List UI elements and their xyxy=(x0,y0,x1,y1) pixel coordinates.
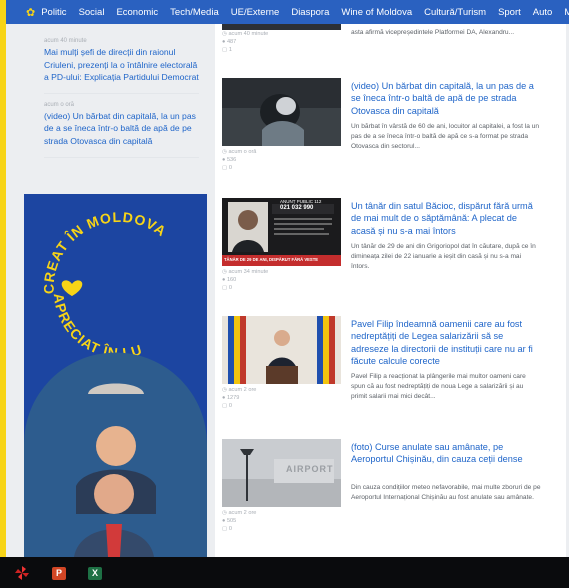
thumbnail-pavel-filip xyxy=(222,316,341,384)
list-item[interactable]: acum 40 minute Mai mulți șefi de direcți… xyxy=(44,38,199,94)
article-comments: 0 xyxy=(228,165,232,171)
news-time: acum 40 minute xyxy=(44,38,87,44)
article-views: 505 xyxy=(226,518,237,524)
thumbnail-hotline-label: ANUNȚ PUBLIC 112 xyxy=(280,199,322,204)
article-meta: ◷ acum 2 ore ● 1279 ▢ 0 xyxy=(222,386,256,410)
thumbnail-sign-text: AIRPORT xyxy=(286,464,334,474)
thumbnail-banner-text: TÂNĂR DE 29 DE ANI, DISPĂRUT FĂRĂ VESTE xyxy=(224,257,319,262)
article-card[interactable]: ANUNȚ PUBLIC 112 021 032 990 TÂNĂR DE 29… xyxy=(215,198,566,298)
nav-economic[interactable]: Economic xyxy=(110,7,164,18)
article-card[interactable]: ◷ acum 40 minute ● 487 ▢ 1 asta afirmă v… xyxy=(215,24,566,56)
article-title-link[interactable]: Un tânăr din satul Băcioc, dispărut fără… xyxy=(351,200,539,237)
nav-mond[interactable]: Mond xyxy=(558,7,569,18)
article-time: acum 34 minute xyxy=(228,269,269,275)
nav-tech-media[interactable]: Tech/Media xyxy=(164,7,225,18)
list-item[interactable]: acum o oră (video) Un bărbat din capital… xyxy=(44,102,199,158)
article-card[interactable]: ◷ acum 2 ore ● 1279 ▢ 0 Pavel Filip înde… xyxy=(215,316,566,426)
article-excerpt: Un tânăr de 29 de ani din Grigoriopol da… xyxy=(351,243,536,271)
article-card[interactable]: ◷ acum o oră ● 536 ▢ 0 (video) Un bărbat… xyxy=(215,78,566,178)
article-thumbnail[interactable]: AIRPORT xyxy=(222,439,341,507)
article-views: 536 xyxy=(226,157,237,163)
top-nav: ✿ Politic Social Economic Tech/Media UE/… xyxy=(6,0,569,24)
article-list: ◷ acum 40 minute ● 487 ▢ 1 asta afirmă v… xyxy=(215,24,566,557)
article-views: 1279 xyxy=(226,395,240,401)
article-excerpt: Un bărbat în vârstă de 60 de ani, locuit… xyxy=(351,123,540,151)
article-meta: ◷ acum 34 minute ● 160 ▢ 0 xyxy=(222,268,268,292)
left-news-list: acum 40 minute Mai mulți șefi de direcți… xyxy=(24,24,207,158)
article-excerpt: Pavel Filip a reacționat la plângerile m… xyxy=(351,373,526,401)
article-thumbnail[interactable] xyxy=(222,316,341,384)
article-time: acum 40 minute xyxy=(228,31,269,37)
ad-text-top: CREAT ÎN MOLDOVA xyxy=(41,209,170,294)
article-comments: 0 xyxy=(228,526,232,532)
nav-politic[interactable]: Politic xyxy=(35,7,72,18)
article-title-link[interactable]: Pavel Filip îndeamnă oamenii care au fos… xyxy=(351,318,539,368)
comment-icon: ▢ xyxy=(222,403,229,409)
nav-ue-externe[interactable]: UE/Externe xyxy=(225,7,286,18)
comment-icon: ▢ xyxy=(222,285,229,291)
comment-icon: ▢ xyxy=(222,526,229,532)
nav-cultura-turism[interactable]: Cultură/Turism xyxy=(418,7,492,18)
comment-icon: ▢ xyxy=(222,47,229,53)
article-title-link[interactable]: (foto) Curse anulate sau amânate, pe Aer… xyxy=(351,441,539,466)
article-title-link[interactable]: (video) Un bărbat din capitală, la un pa… xyxy=(351,80,539,117)
person-face-1 xyxy=(96,426,136,466)
nav-diaspora[interactable]: Diaspora xyxy=(285,7,335,18)
article-thumbnail[interactable] xyxy=(222,78,341,146)
nav-social[interactable]: Social xyxy=(73,7,111,18)
article-views: 487 xyxy=(226,39,237,45)
article-card[interactable]: AIRPORT ◷ acum 2 ore ● 505 ▢ 0 (foto) Cu… xyxy=(215,439,566,549)
divider xyxy=(44,156,199,158)
comment-icon: ▢ xyxy=(222,165,229,171)
left-column: acum 40 minute Mai mulți șefi de direcți… xyxy=(24,24,207,557)
excel-icon[interactable]: X xyxy=(88,567,102,580)
article-comments: 0 xyxy=(228,285,232,291)
news-time: acum o oră xyxy=(44,101,75,108)
article-time: acum o oră xyxy=(228,149,257,155)
article-meta: ◷ acum 40 minute ● 487 ▢ 1 xyxy=(222,30,268,54)
ad-graphic: CREAT ÎN MOLDOVA APRECIAT ÎN LUME xyxy=(24,194,207,557)
article-views: 160 xyxy=(226,277,237,283)
article-excerpt: Din cauza condițiilor meteo nefavorabile… xyxy=(351,484,541,502)
person-face-2 xyxy=(94,474,134,514)
article-time: acum 2 ore xyxy=(228,387,257,393)
page-content: acum 40 minute Mai mulți șefi de direcți… xyxy=(6,24,569,557)
article-meta: ◷ acum 2 ore ● 505 ▢ 0 xyxy=(222,509,256,533)
nav-wine-of-moldova[interactable]: Wine of Moldova xyxy=(335,7,418,18)
article-comments: 0 xyxy=(228,403,232,409)
news-title-link[interactable]: (video) Un bărbat din capitală, la un pa… xyxy=(44,110,199,148)
nav-sport[interactable]: Sport xyxy=(492,7,527,18)
taskbar: P X xyxy=(0,557,569,588)
powerpoint-icon[interactable]: P xyxy=(52,567,66,580)
home-icon[interactable]: ✿ xyxy=(26,0,35,24)
thumbnail-phone: 021 032 990 xyxy=(280,205,314,211)
thumbnail-image-man-in-water xyxy=(222,78,341,146)
pinwheel-icon[interactable] xyxy=(14,565,30,581)
article-thumbnail[interactable]: ANUNȚ PUBLIC 112 021 032 990 TÂNĂR DE 29… xyxy=(222,198,341,266)
article-excerpt: asta afirmă vicepreședintele Platformei … xyxy=(351,29,515,36)
nav-auto[interactable]: Auto xyxy=(527,7,559,18)
divider xyxy=(44,92,199,94)
ad-banner-creat-in-moldova[interactable]: CREAT ÎN MOLDOVA APRECIAT ÎN LUME xyxy=(24,194,207,557)
article-meta: ◷ acum o oră ● 536 ▢ 0 xyxy=(222,148,256,172)
news-title-link[interactable]: Mai mulți șefi de direcții din raionul C… xyxy=(44,46,199,84)
article-time: acum 2 ore xyxy=(228,510,257,516)
article-comments: 1 xyxy=(228,47,232,53)
